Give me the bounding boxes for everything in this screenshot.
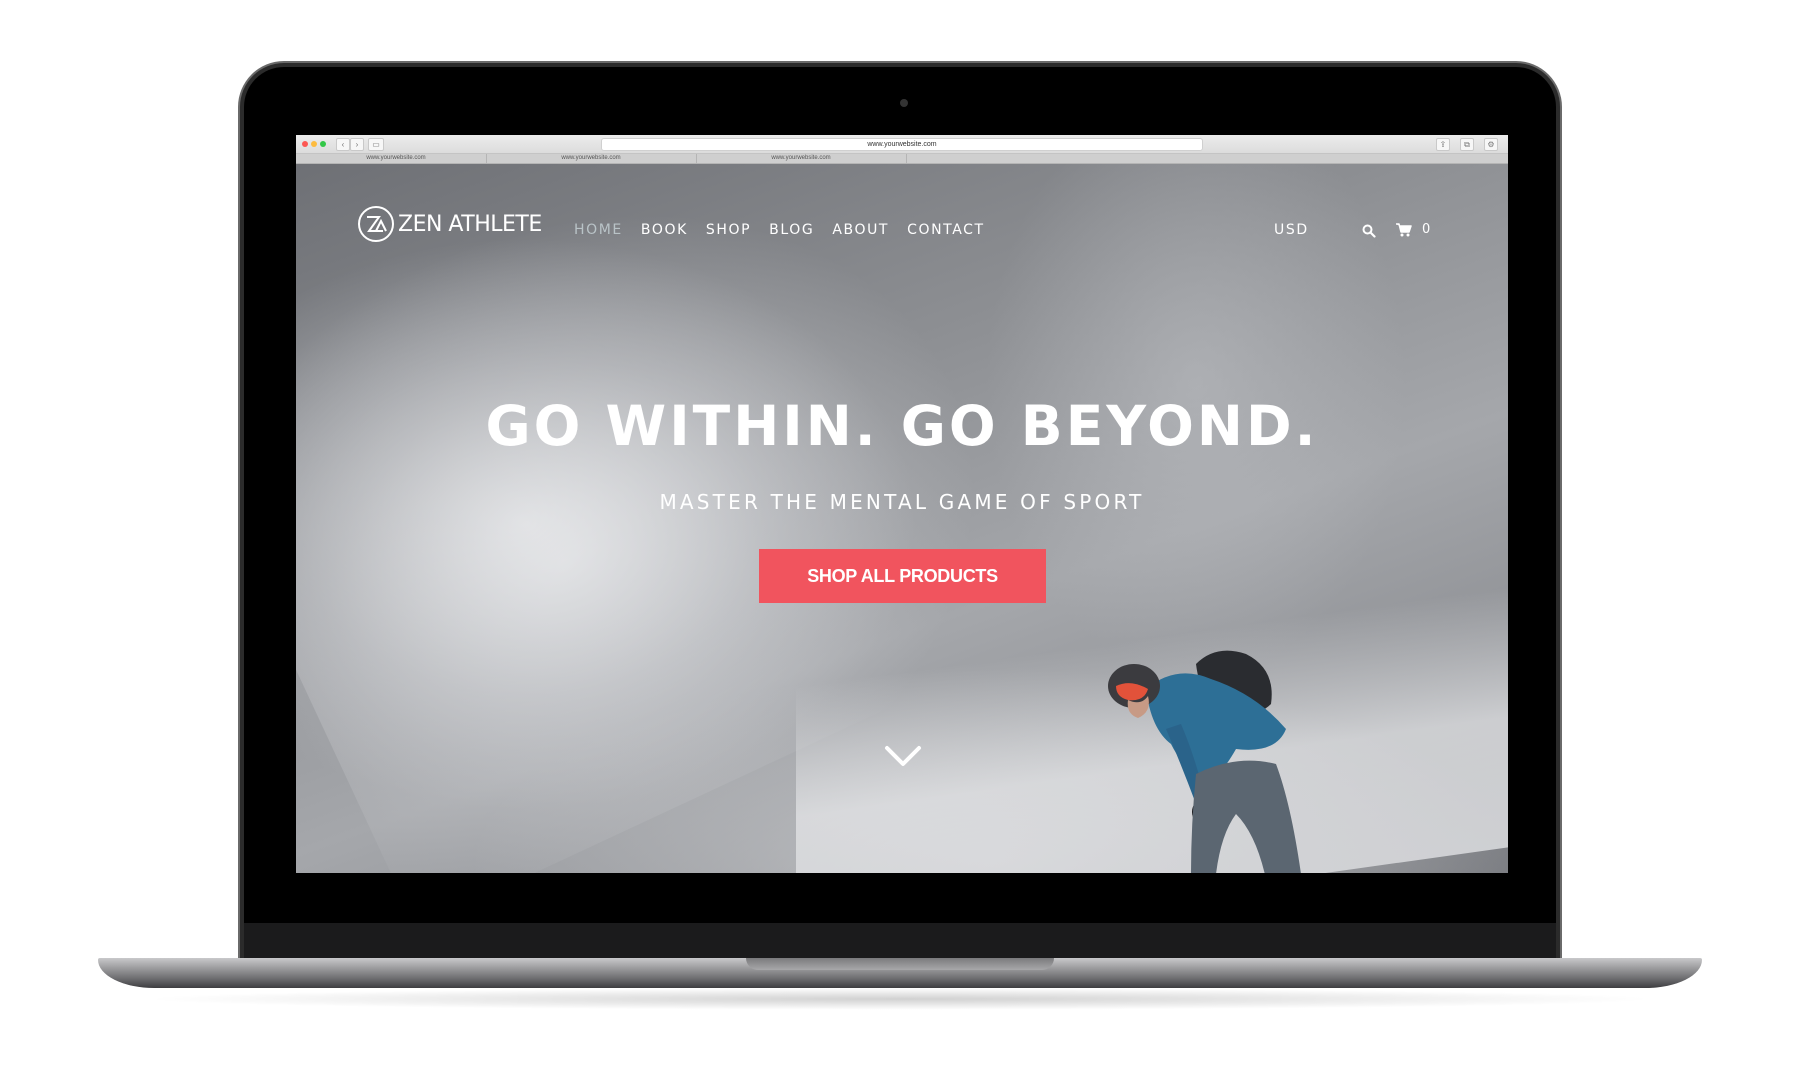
- snowboarder-image: [1108, 650, 1301, 873]
- browser-tab[interactable]: www.yourwebsite.com: [696, 154, 907, 163]
- hero-subheadline: MASTER THE MENTAL GAME OF SPORT: [659, 490, 1145, 514]
- address-bar-text: www.yourwebsite.com: [867, 141, 937, 148]
- screen: ‹ › ▭ www.yourwebsite.com ⇪ ⧉ ⚙ www.your…: [296, 135, 1508, 873]
- browser-tab[interactable]: www.yourwebsite.com: [306, 154, 487, 163]
- currency-selector[interactable]: USD: [1274, 222, 1309, 238]
- forward-icon[interactable]: ›: [350, 138, 364, 151]
- hero-section: ZEN ATHLETE HOME BOOK SHOP BLOG ABOUT CO…: [296, 164, 1508, 873]
- browser-tab[interactable]: www.yourwebsite.com: [486, 154, 697, 163]
- main-nav: HOME BOOK SHOP BLOG ABOUT CONTACT: [574, 222, 1003, 238]
- camera-dot: [900, 99, 908, 107]
- device-mockup: ‹ › ▭ www.yourwebsite.com ⇪ ⧉ ⚙ www.your…: [0, 0, 1800, 1076]
- chevron-down-icon[interactable]: [884, 744, 922, 768]
- laptop-notch: [746, 958, 1054, 970]
- nav-item-shop[interactable]: SHOP: [706, 222, 751, 238]
- browser-tab-label: www.yourwebsite.com: [366, 155, 426, 161]
- shop-all-products-button[interactable]: SHOP ALL PRODUCTS: [759, 549, 1046, 603]
- cart-button[interactable]: 0: [1396, 222, 1430, 237]
- logo-text: ZEN ATHLETE: [398, 211, 542, 237]
- browser-tab-label: www.yourwebsite.com: [561, 155, 621, 161]
- logo-mark-icon: [358, 206, 394, 242]
- cart-icon: [1396, 222, 1412, 236]
- sidebar-icon[interactable]: ▭: [368, 138, 384, 151]
- browser-toolbar: ‹ › ▭ www.yourwebsite.com ⇪ ⧉ ⚙: [296, 135, 1508, 154]
- share-icon[interactable]: ⇪: [1436, 138, 1450, 151]
- nav-item-blog[interactable]: BLOG: [769, 222, 814, 238]
- nav-item-contact[interactable]: CONTACT: [907, 222, 985, 238]
- minimize-window-button[interactable]: [311, 141, 317, 147]
- settings-icon[interactable]: ⚙: [1484, 138, 1498, 151]
- tabs-icon[interactable]: ⧉: [1460, 138, 1474, 151]
- tab-bar: www.yourwebsite.com www.yourwebsite.com …: [296, 154, 1508, 164]
- nav-item-home[interactable]: HOME: [574, 222, 623, 238]
- cart-count: 0: [1422, 222, 1431, 237]
- site-logo[interactable]: ZEN ATHLETE: [358, 204, 542, 244]
- browser-tab-label: www.yourwebsite.com: [771, 155, 831, 161]
- back-icon[interactable]: ‹: [336, 138, 350, 151]
- laptop-shadow: [140, 988, 1660, 1010]
- close-window-button[interactable]: [302, 141, 308, 147]
- hero-headline: GO WITHIN. GO BEYOND.: [485, 394, 1319, 458]
- nav-item-book[interactable]: BOOK: [641, 222, 688, 238]
- nav-item-about[interactable]: ABOUT: [832, 222, 889, 238]
- search-icon[interactable]: [1362, 224, 1376, 238]
- maximize-window-button[interactable]: [320, 141, 326, 147]
- address-bar[interactable]: www.yourwebsite.com: [601, 138, 1203, 151]
